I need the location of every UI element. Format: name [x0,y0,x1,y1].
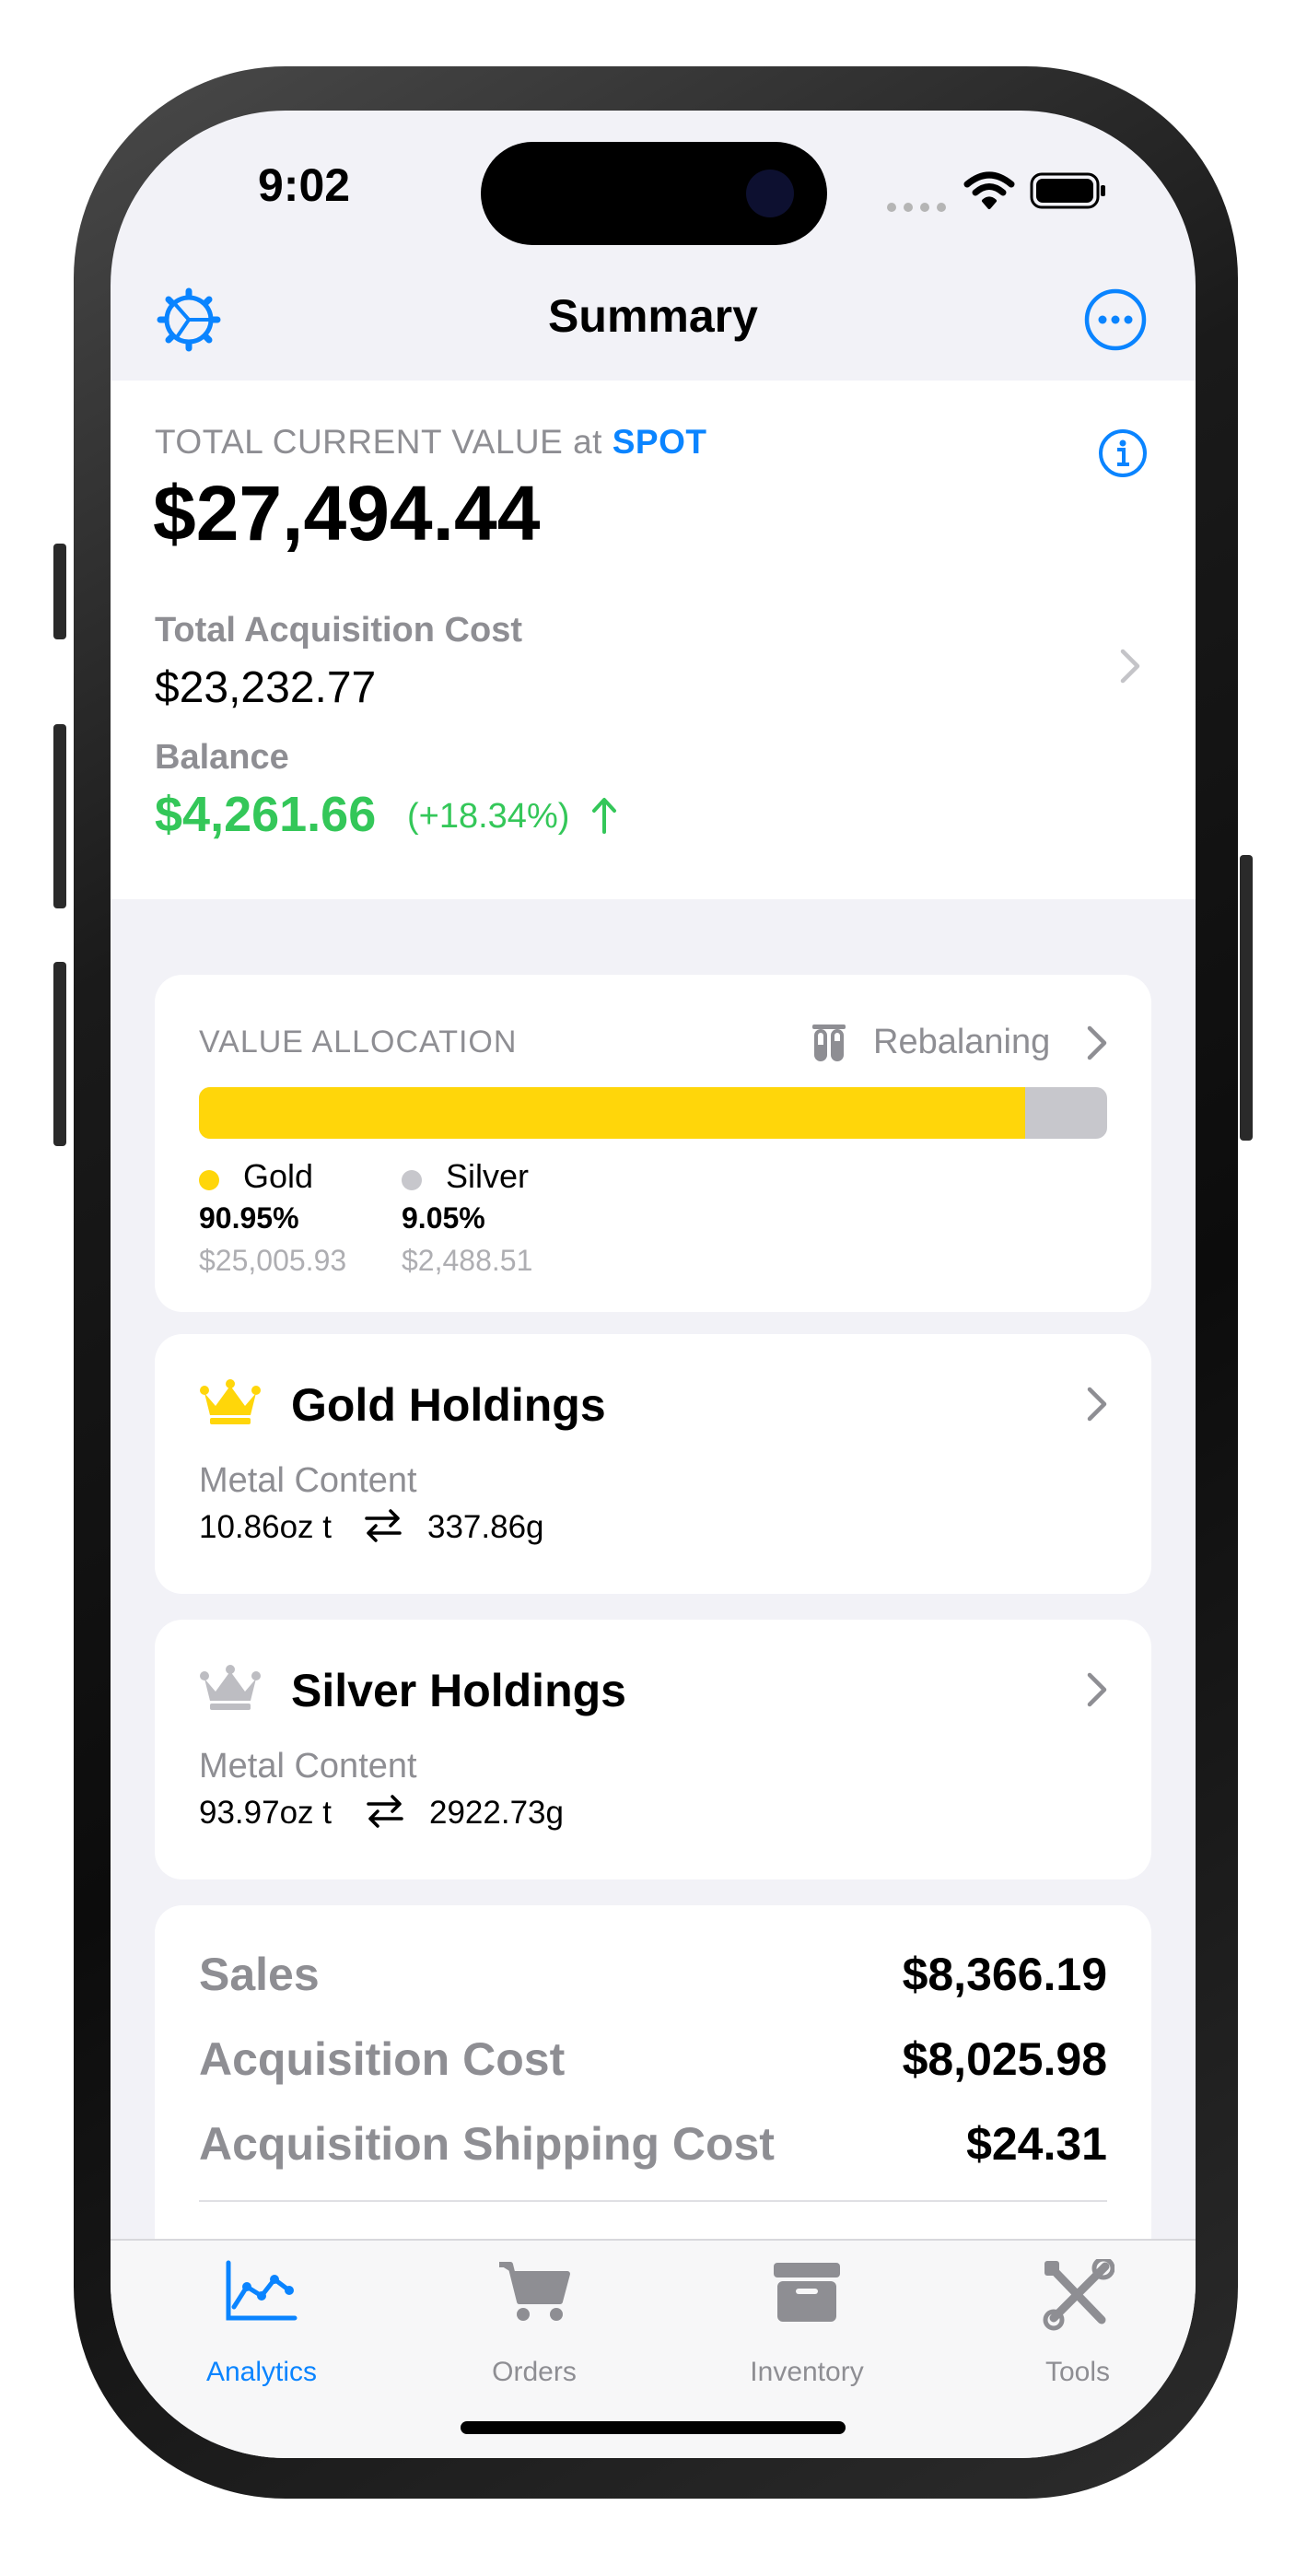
tab-label: Analytics [205,2357,318,2387]
tab-tools[interactable]: Tools [986,2256,1170,2397]
cellular-signal-icon [886,201,947,212]
totals-card: Sales $8,366.19 Acquisition Cost $8,025.… [155,1905,1151,2292]
chart-line-icon [225,2259,298,2328]
silver-oz-value: 93.97oz t [199,1795,332,1831]
tab-label: Inventory [750,2357,864,2387]
cart-icon [497,2259,571,2330]
gold-oz-value: 10.86oz t [199,1509,332,1545]
home-indicator [461,2421,846,2434]
tab-analytics[interactable]: Analytics [169,2259,354,2397]
gold-grams-value: 337.86g [427,1509,544,1545]
balance-value: $4,261.66 [155,787,377,842]
silver-metal-content-label: Metal Content [199,1747,417,1786]
chevron-right-icon[interactable] [1118,648,1142,689]
allocation-bar [199,1087,1107,1139]
wifi-icon [963,171,1015,215]
crown-icon [199,1664,262,1716]
totals-row: Acquisition Cost $8,025.98 [199,2032,1107,2088]
chevron-right-icon[interactable] [1085,1025,1109,1066]
battery-icon [1030,171,1109,215]
legend-silver-value: $2,488.51 [402,1244,533,1277]
arrow-up-icon [589,795,619,840]
acquisition-cost-label: Total Acquisition Cost [155,611,522,650]
silver-holdings-card[interactable]: Silver Holdings Metal Content 93.97oz t … [155,1620,1151,1879]
totals-row-label: Acquisition Shipping Cost [199,2118,775,2170]
tab-inventory[interactable]: Inventory [715,2259,899,2397]
gold-allocation-fill [199,1087,1025,1139]
legend-gold-name: Gold [243,1157,314,1195]
tools-icon [1041,2256,1115,2336]
test-tubes-icon[interactable] [811,1023,847,1068]
action-button [53,544,66,639]
tab-bar: Analytics Orders Inventory Tools [111,2239,1196,2458]
legend-silver-pct: 9.05% [402,1201,485,1235]
totals-row: Acquisition Shipping Cost $24.31 [199,2117,1107,2172]
balance-percent: (+18.34%) [407,797,570,836]
chevron-right-icon[interactable] [1085,1386,1109,1427]
totals-row: Sales $8,366.19 [199,1948,1107,2003]
tab-label: Tools [1044,2357,1111,2387]
gold-dot-icon [199,1170,219,1190]
totals-row-label: Acquisition Cost [199,2033,566,2085]
screen: 9:02 Summary TOTAL CURRENT VALUE at SPOT [111,111,1196,2458]
divider [199,2200,1107,2202]
totals-row-label: Sales [199,1949,320,2000]
volume-up-button [53,724,66,908]
silver-holdings-title: Silver Holdings [291,1665,626,1716]
swap-arrows-icon [365,1793,405,1834]
legend-gold-value: $25,005.93 [199,1244,347,1277]
totals-row-value: $8,366.19 [902,1949,1107,2000]
rebalancing-link[interactable]: Rebalaning [873,1023,1050,1062]
gold-holdings-card[interactable]: Gold Holdings Metal Content 10.86oz t 33… [155,1334,1151,1594]
camera-icon [746,170,794,217]
gold-metal-content-label: Metal Content [199,1461,417,1500]
page-title: Summary [548,290,758,342]
total-value-label: TOTAL CURRENT VALUE at SPOT [155,423,707,461]
value-allocation-card[interactable]: VALUE ALLOCATION Rebalaning Gold 90.95% … [155,975,1151,1312]
acquisition-cost-value: $23,232.77 [155,663,377,712]
crown-icon [199,1378,262,1431]
totals-row-value: $8,025.98 [902,2033,1107,2085]
power-button [1240,855,1253,1141]
info-icon[interactable] [1098,428,1148,483]
totals-row-value: $24.31 [966,2118,1107,2170]
more-ellipsis-icon[interactable] [1083,287,1148,357]
silver-dot-icon [402,1170,422,1190]
total-value: $27,494.44 [153,470,541,556]
status-time: 9:02 [258,159,351,211]
spot-label[interactable]: SPOT [613,423,707,461]
volume-down-button [53,962,66,1146]
chevron-right-icon[interactable] [1085,1671,1109,1713]
legend-gold-pct: 90.95% [199,1201,299,1235]
gold-holdings-title: Gold Holdings [291,1379,606,1431]
summary-card[interactable]: TOTAL CURRENT VALUE at SPOT $27,494.44 T… [111,381,1196,899]
tab-orders[interactable]: Orders [442,2259,626,2397]
balance-label: Balance [155,738,289,777]
tab-label: Orders [492,2357,577,2387]
swap-arrows-icon [363,1507,403,1549]
archive-box-icon [770,2259,844,2330]
silver-grams-value: 2922.73g [429,1795,564,1831]
legend-silver-name: Silver [446,1157,530,1195]
allocation-title: VALUE ALLOCATION [199,1025,518,1060]
